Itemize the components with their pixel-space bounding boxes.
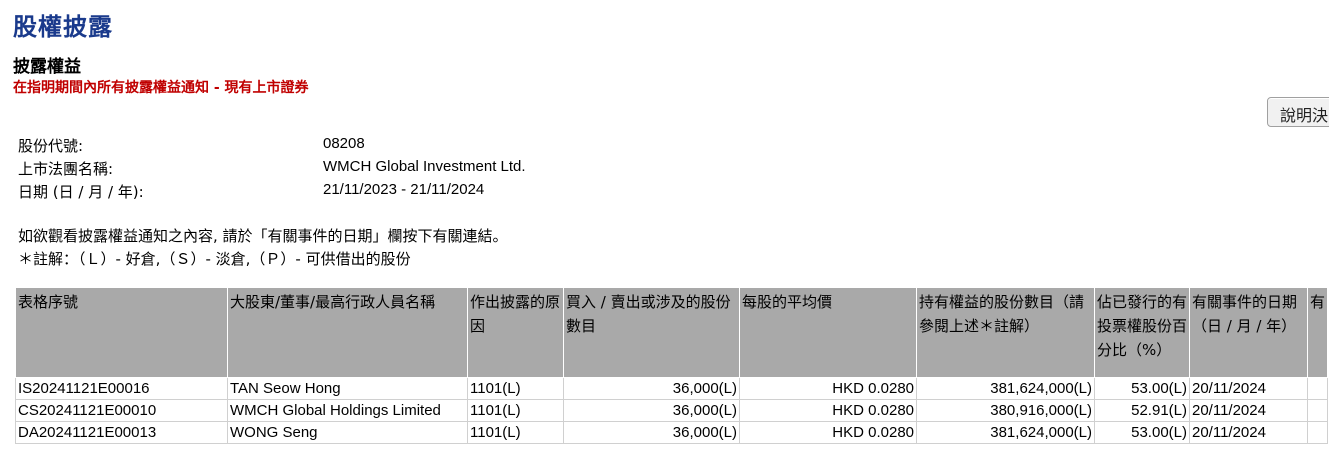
table-row: CS20241121E00010 WMCH Global Holdings Li… [15,399,1329,422]
stock-code-value: 08208 [323,135,365,152]
header-shares-involved: 買入 / 賣出或涉及的股份數目 [563,287,740,378]
shares-held: 381,624,000(L) [916,421,1095,444]
average-price: HKD 0.0280 [739,421,917,444]
shares-held: 380,916,000(L) [916,399,1095,422]
header-shares-held: 持有權益的股份數目（請參閱上述＊註解） [916,287,1095,378]
company-value: WMCH Global Investment Ltd. [323,158,526,175]
instruction-note: 如欲觀看披露權益通知之內容, 請於「有關事件的日期」欄按下有關連結。 [18,227,508,245]
event-date-link[interactable]: 20/11/2024 [1189,399,1308,422]
date-label: 日期 (日 / 月 / 年): [18,183,144,201]
header-percentage: 佔已發行的有投票權股份百分比（%） [1094,287,1190,378]
truncated-cell [1306,377,1329,400]
percentage: 53.00(L) [1094,421,1190,444]
section-title: 披露權益 [13,57,81,77]
stock-code-label: 股份代號: [18,137,84,155]
header-average-price: 每股的平均價 [739,287,917,378]
date-range-value: 21/11/2023 - 21/11/2024 [323,181,485,198]
explain-button[interactable]: 說明決 [1267,97,1329,127]
truncated-cell [1306,421,1329,444]
page-title: 股權披露 [13,12,113,41]
event-date-link[interactable]: 20/11/2024 [1189,377,1308,400]
holder-name: WMCH Global Holdings Limited [227,399,468,422]
form-serial: CS20241121E00010 [15,399,228,422]
percentage: 53.00(L) [1094,377,1190,400]
table-row: DA20241121E00013 WONG Seng 1101(L) 36,00… [15,421,1329,444]
holder-name: WONG Seng [227,421,468,444]
header-reason: 作出披露的原因 [467,287,564,378]
shares-involved: 36,000(L) [563,421,740,444]
shares-held: 381,624,000(L) [916,377,1095,400]
form-serial: DA20241121E00013 [15,421,228,444]
table-header-row: 表格序號 大股東/董事/最高行政人員名稱 作出披露的原因 買入 / 賣出或涉及的… [15,287,1329,378]
shares-involved: 36,000(L) [563,399,740,422]
form-serial: IS20241121E00016 [15,377,228,400]
disclosure-table: 表格序號 大股東/董事/最高行政人員名稱 作出披露的原因 買入 / 賣出或涉及的… [15,287,1329,444]
table-row: IS20241121E00016 TAN Seow Hong 1101(L) 3… [15,377,1329,400]
header-truncated: 有 [1306,287,1329,378]
percentage: 52.91(L) [1094,399,1190,422]
disclosure-reason: 1101(L) [467,399,564,422]
average-price: HKD 0.0280 [739,399,917,422]
disclosure-reason: 1101(L) [467,421,564,444]
holder-name: TAN Seow Hong [227,377,468,400]
header-holder-name: 大股東/董事/最高行政人員名稱 [227,287,468,378]
event-date-link[interactable]: 20/11/2024 [1189,421,1308,444]
average-price: HKD 0.0280 [739,377,917,400]
header-form-serial: 表格序號 [15,287,228,378]
shares-involved: 36,000(L) [563,377,740,400]
truncated-cell [1306,399,1329,422]
header-event-date: 有關事件的日期（日 / 月 / 年） [1189,287,1308,378]
disclosure-reason: 1101(L) [467,377,564,400]
company-label: 上市法團名稱: [18,160,114,178]
section-subtitle: 在指明期間內所有披露權益通知 - 現有上市證券 [13,80,309,96]
position-legend-note: ＊註解：（Ｌ）- 好倉,（Ｓ）- 淡倉,（Ｐ）- 可供借出的股份 [18,250,411,268]
